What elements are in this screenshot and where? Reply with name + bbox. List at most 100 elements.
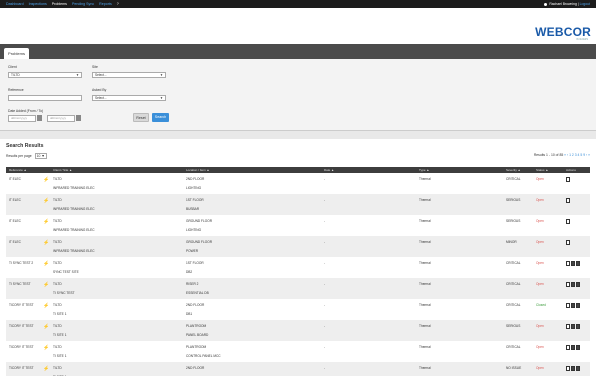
table-row[interactable]: TICORY IT TEST⚡TILTDTI SITE 12ND FLOOR-T… — [6, 362, 590, 376]
date-cell: - — [324, 240, 326, 244]
date-to-input[interactable]: dd/mm/yyyy — [47, 115, 75, 122]
lightning-icon: ⚡ — [43, 282, 50, 288]
severity-cell: CRITICAL — [506, 282, 521, 286]
col-location-item[interactable]: Location / Item ▲ — [186, 168, 209, 172]
calendar-icon[interactable] — [76, 115, 81, 121]
site-cell: INFRARED TRAINING ELEC — [53, 186, 95, 190]
reference-cell: TI SYNC TEST 2 — [9, 261, 34, 265]
table-row[interactable]: TICORY IT TEST ⚡ TILTD TI SITE 1 PLANTROOM CO… — [6, 341, 590, 362]
client-label: Client — [8, 65, 17, 69]
col-actions: Actions — [566, 168, 576, 172]
camera-icon[interactable] — [571, 366, 575, 371]
status-cell: Open — [536, 324, 544, 328]
date-cell: - — [324, 303, 326, 307]
col-client-site[interactable]: Client / Site ▲ — [53, 168, 72, 172]
help-icon[interactable]: ? — [117, 2, 119, 6]
delete-icon[interactable] — [576, 366, 580, 371]
delete-icon[interactable] — [576, 324, 580, 329]
search-button[interactable]: Search — [152, 113, 169, 122]
asked-by-label: Asked By — [92, 88, 107, 92]
location-cell: 1ST FLOOR — [186, 261, 204, 265]
edit-icon[interactable] — [566, 198, 570, 203]
site-cell: SYNC TEST SITE — [53, 270, 79, 274]
edit-icon[interactable] — [566, 261, 570, 266]
item-cell: CONTROL PANEL MCC — [186, 354, 221, 358]
location-cell: RISER 2 — [186, 282, 199, 286]
reset-button[interactable]: Reset — [133, 113, 149, 122]
edit-icon[interactable] — [566, 345, 570, 350]
lightning-icon: ⚡ — [43, 240, 50, 246]
date-cell: - — [324, 282, 326, 286]
nav-inspections[interactable]: Inspections — [29, 2, 47, 6]
camera-icon[interactable] — [571, 282, 575, 287]
asked-by-select[interactable]: Select... ▼ — [92, 95, 166, 101]
filter-panel: Client TILTD ▼ Site Select... ▼ Referenc… — [0, 59, 596, 131]
delete-icon[interactable] — [576, 345, 580, 350]
nav-pending-sync[interactable]: Pending Sync — [72, 2, 94, 6]
col-severity[interactable]: Severity ▲ — [506, 168, 521, 172]
camera-icon[interactable] — [571, 345, 575, 350]
lightning-icon: ⚡ — [43, 303, 50, 309]
edit-icon[interactable] — [566, 303, 570, 308]
status-cell: Closed — [536, 303, 546, 307]
edit-icon[interactable] — [566, 282, 570, 287]
client-cell: TILTD — [53, 324, 62, 328]
results-count: Results 1 - 10 of 85 « ‹ 1 2 3 4 5 9 › » — [534, 153, 590, 157]
type-cell: Thermal — [419, 345, 431, 349]
edit-icon[interactable] — [566, 366, 570, 371]
site-cell: INFRARED TRAINING ELEC — [53, 249, 95, 253]
location-cell: PLANTROOM — [186, 345, 207, 349]
per-page-select[interactable]: 10 ▼ — [34, 153, 47, 159]
delete-icon[interactable] — [576, 282, 580, 287]
edit-icon[interactable] — [566, 240, 570, 245]
nav-dashboard[interactable]: Dashboard — [6, 2, 24, 6]
client-cell: TILTD — [53, 282, 62, 286]
date-cell: - — [324, 366, 326, 370]
reference-cell: IT ELEC — [9, 219, 21, 223]
client-select[interactable]: TILTD ▼ — [8, 72, 82, 78]
col-status[interactable]: Status ▲ — [536, 168, 548, 172]
tab-problems[interactable]: Problems — [4, 48, 29, 59]
reference-input[interactable] — [8, 95, 82, 101]
edit-icon[interactable] — [566, 219, 570, 224]
delete-icon[interactable] — [576, 261, 580, 266]
edit-icon[interactable] — [566, 177, 570, 182]
date-label: Date Added (From / To) — [8, 109, 44, 113]
col-type[interactable]: Type ▲ — [419, 168, 429, 172]
edit-icon[interactable] — [566, 324, 570, 329]
webcor-logo: WEBCOR — [535, 25, 591, 39]
site-cell: INFRARED TRAINING ELEC — [53, 228, 95, 232]
date-cell: - — [324, 324, 326, 328]
nav-problems[interactable]: Problems — [52, 2, 67, 6]
site-select[interactable]: Select... ▼ — [92, 72, 166, 78]
date-from-input[interactable]: dd/mm/yyyy — [8, 115, 36, 122]
col-date[interactable]: Date ▲ — [324, 168, 334, 172]
logo-tagline: BUILDERS — [576, 39, 589, 41]
reference-cell: TICORY IT TEST — [9, 324, 34, 328]
pagination[interactable]: « ‹ 1 2 3 4 5 9 › » — [564, 153, 590, 157]
table-row[interactable]: TI SYNC TEST ⚡ TILTD TI SYNC TEST RISER 2 ESS… — [6, 278, 590, 299]
date-cell: - — [324, 198, 326, 202]
camera-icon[interactable] — [571, 303, 575, 308]
main-nav: Dashboard Inspections Problems Pending S… — [6, 2, 119, 6]
delete-icon[interactable] — [576, 303, 580, 308]
status-cell: Open — [536, 240, 544, 244]
table-row[interactable]: TICORY IT TEST ⚡ TILTD TI SITE 1 2ND FLOOR DB… — [6, 299, 590, 320]
col-reference[interactable]: Reference ▲ — [9, 168, 27, 172]
camera-icon[interactable] — [571, 261, 575, 266]
table-row[interactable]: IT ELEC ⚡ TILTD INFRARED TRAINING ELEC GROUN… — [6, 236, 590, 257]
table-row[interactable]: IT ELEC ⚡ TILTD INFRARED TRAINING ELEC GROUN… — [6, 215, 590, 236]
client-value: TILTD — [11, 73, 20, 77]
table-row[interactable]: IT ELEC ⚡ TILTD INFRARED TRAINING ELEC 2ND F… — [6, 173, 590, 194]
calendar-icon[interactable] — [37, 115, 42, 121]
table-row[interactable]: TICORY IT TEST ⚡ TILTD TI SITE 1 PLANTROOM PA… — [6, 320, 590, 341]
nav-reports[interactable]: Reports — [99, 2, 112, 6]
results-count-text: Results 1 - 10 of 85 — [533, 153, 564, 157]
type-cell: Thermal — [419, 303, 431, 307]
table-row[interactable]: IT ELEC ⚡ TILTD INFRARED TRAINING ELEC 1ST F… — [6, 194, 590, 215]
table-row[interactable]: TI SYNC TEST 2 ⚡ TILTD SYNC TEST SITE 1ST FL… — [6, 257, 590, 278]
date-cell: - — [324, 219, 326, 223]
location-cell: 2ND FLOOR — [186, 303, 205, 307]
logout-link[interactable]: Logout — [580, 2, 590, 6]
camera-icon[interactable] — [571, 324, 575, 329]
